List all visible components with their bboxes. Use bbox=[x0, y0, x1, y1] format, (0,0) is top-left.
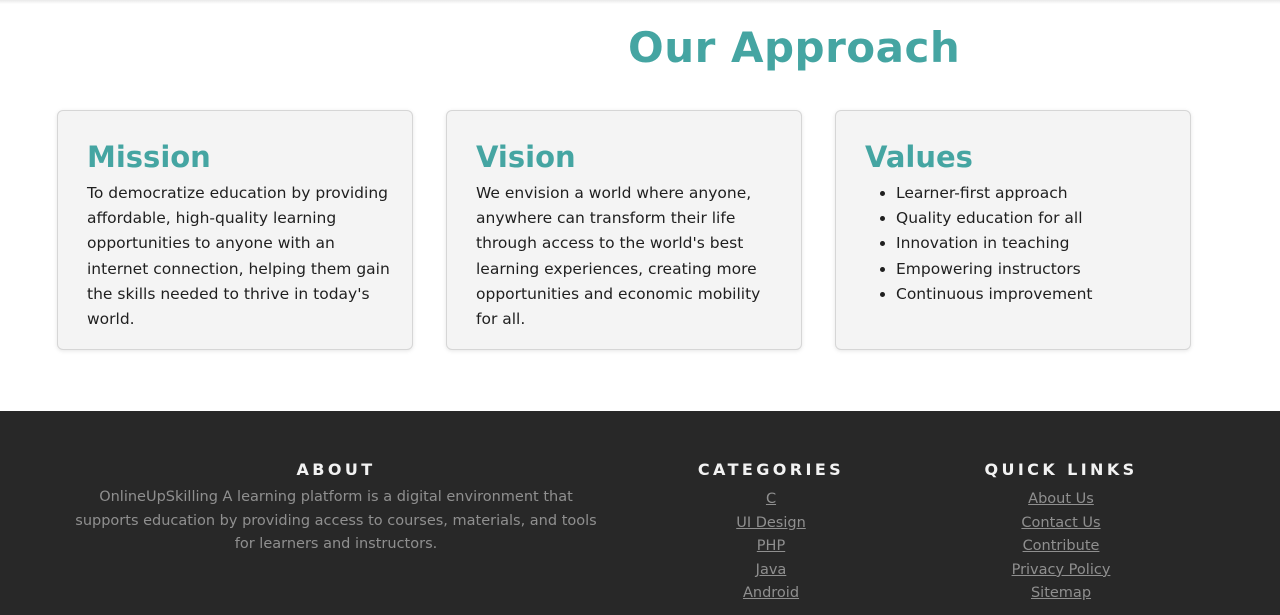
values-item: Quality education for all bbox=[896, 206, 1092, 231]
values-item: Innovation in teaching bbox=[896, 231, 1092, 256]
category-link-c[interactable]: C bbox=[766, 491, 776, 507]
footer-categories-list: C UI Design PHP Java Android bbox=[671, 486, 871, 604]
footer-category-item: UI Design bbox=[671, 510, 871, 534]
category-link-ui-design[interactable]: UI Design bbox=[736, 515, 806, 531]
footer-about-text: OnlineUpSkilling A learning platform is … bbox=[75, 489, 597, 553]
mission-heading: Mission bbox=[87, 140, 211, 174]
footer-category-item: Android bbox=[671, 580, 871, 604]
footer-quick-links-heading: QUICK LINKS bbox=[984, 460, 1138, 479]
footer-quick-link-item: Privacy Policy bbox=[961, 557, 1161, 581]
footer-quick-link-item: About Us bbox=[961, 486, 1161, 510]
vision-text: We envision a world where anyone, anywhe… bbox=[476, 184, 761, 329]
vision-card: Vision We envision a world where anyone,… bbox=[446, 110, 802, 350]
values-item: Continuous improvement bbox=[896, 282, 1092, 307]
category-link-php[interactable]: PHP bbox=[757, 538, 785, 554]
footer-category-item: PHP bbox=[671, 533, 871, 557]
footer-quick-link-item: Contribute bbox=[961, 533, 1161, 557]
footer-quick-link-item: Contact Us bbox=[961, 510, 1161, 534]
category-link-java[interactable]: Java bbox=[756, 562, 787, 578]
footer-quick-link-item: Sitemap bbox=[961, 580, 1161, 604]
about-us-link[interactable]: About Us bbox=[1028, 491, 1094, 507]
site-footer: ABOUT OnlineUpSkilling A learning platfo… bbox=[0, 411, 1280, 615]
values-card: Values Learner-first approach Quality ed… bbox=[835, 110, 1191, 350]
sitemap-link[interactable]: Sitemap bbox=[1031, 585, 1091, 601]
footer-categories-heading: CATEGORIES bbox=[697, 460, 845, 479]
vision-heading: Vision bbox=[476, 140, 576, 174]
category-link-android[interactable]: Android bbox=[743, 585, 799, 601]
footer-category-item: Java bbox=[671, 557, 871, 581]
values-item: Empowering instructors bbox=[896, 257, 1092, 282]
values-list: Learner-first approach Quality education… bbox=[865, 181, 1092, 307]
contribute-link[interactable]: Contribute bbox=[1023, 538, 1100, 554]
footer-category-item: C bbox=[671, 486, 871, 510]
values-heading: Values bbox=[865, 140, 973, 174]
footer-about-heading: ABOUT bbox=[296, 460, 376, 479]
privacy-policy-link[interactable]: Privacy Policy bbox=[1012, 562, 1111, 578]
contact-us-link[interactable]: Contact Us bbox=[1021, 515, 1100, 531]
section-title: Our Approach bbox=[628, 23, 961, 72]
values-item: Learner-first approach bbox=[896, 181, 1092, 206]
footer-quick-links-list: About Us Contact Us Contribute Privacy P… bbox=[961, 486, 1161, 604]
mission-text: To democratize education by providing af… bbox=[87, 184, 390, 329]
mission-card: Mission To democratize education by prov… bbox=[57, 110, 413, 350]
top-shadow bbox=[0, 0, 1280, 4]
